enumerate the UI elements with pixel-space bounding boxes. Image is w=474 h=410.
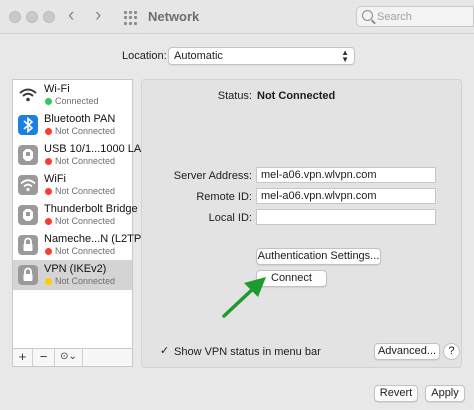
wifi-icon [18, 85, 38, 105]
remote-id-field[interactable] [256, 188, 436, 204]
help-button[interactable]: ? [443, 343, 460, 360]
search-input[interactable] [377, 9, 471, 24]
remote-id-label: Remote ID: [196, 191, 252, 203]
service-name: Nameche...N (L2TP) [44, 233, 145, 245]
back-arrow-icon[interactable]: ‹ [68, 6, 74, 26]
green-arrow-annotation [222, 277, 266, 318]
ethernet-icon [18, 145, 38, 165]
revert-button[interactable]: Revert [374, 385, 418, 402]
remove-service-button[interactable]: − [33, 349, 55, 366]
service-status: Connected [55, 96, 99, 106]
lock-icon [18, 235, 38, 255]
status-dot [45, 278, 52, 285]
status-dot [45, 188, 52, 195]
service-name: Bluetooth PAN [44, 113, 116, 125]
authentication-settings-button[interactable]: Authentication Settings... [256, 248, 381, 265]
service-name: WiFi [44, 173, 66, 185]
show-vpn-status-label: Show VPN status in menu bar [174, 346, 321, 358]
service-status: Not Connected [55, 246, 116, 256]
service-name: Wi-Fi [44, 83, 70, 95]
add-service-button[interactable]: + [13, 349, 33, 366]
service-name: USB 10/1...1000 LAN [44, 143, 150, 155]
lock-icon [18, 265, 38, 285]
service-item-vpn-ikev2[interactable]: VPN (IKEv2) Not Connected [13, 260, 132, 290]
service-item-thunderbolt-bridge[interactable]: Thunderbolt Bridge Not Connected [13, 200, 138, 230]
local-id-field[interactable] [256, 209, 436, 225]
status-dot [45, 158, 52, 165]
status-dot [45, 248, 52, 255]
status-dot [45, 128, 52, 135]
status-dot [45, 98, 52, 105]
up-down-chevron-icon: ▲ ▼ [341, 48, 349, 64]
server-address-label: Server Address: [173, 170, 252, 182]
window-title: Network [148, 9, 200, 24]
service-item-wifi-2[interactable]: WiFi Not Connected [13, 170, 132, 200]
service-name: Thunderbolt Bridge [44, 203, 138, 215]
show-all-grid-icon[interactable] [124, 11, 138, 25]
service-status: Not Connected [55, 156, 116, 166]
search-icon [362, 10, 373, 21]
service-status: Not Connected [55, 216, 116, 226]
service-name: VPN (IKEv2) [44, 263, 107, 275]
local-id-label: Local ID: [208, 212, 252, 224]
service-item-wifi[interactable]: Wi-Fi Connected [13, 80, 132, 110]
service-item-usb-lan[interactable]: USB 10/1...1000 LAN Not Connected [13, 140, 149, 170]
service-status: Not Connected [55, 126, 116, 136]
location-select[interactable]: Automatic ▲ ▼ [168, 47, 355, 65]
title-bar: ‹ › Network [0, 0, 474, 34]
status-dot [45, 218, 52, 225]
location-label: Location: [122, 50, 167, 62]
service-status: Not Connected [55, 186, 116, 196]
status-value: Not Connected [257, 90, 336, 102]
search-box[interactable] [356, 6, 474, 27]
wifi-icon [18, 175, 38, 195]
apply-button[interactable]: Apply [425, 385, 465, 402]
advanced-button[interactable]: Advanced... [374, 343, 440, 360]
show-vpn-status-checkbox[interactable]: ✓ [160, 346, 171, 357]
close-window-button[interactable] [9, 11, 21, 23]
forward-arrow-icon[interactable]: › [95, 6, 101, 26]
service-list-toolbar: + − ⊙⌄ [12, 349, 133, 367]
minimize-window-button[interactable] [26, 11, 38, 23]
status-label: Status: [217, 90, 252, 102]
service-item-l2tp[interactable]: Nameche...N (L2TP) Not Connected [13, 230, 145, 260]
service-item-bluetooth-pan[interactable]: Bluetooth PAN Not Connected [13, 110, 132, 140]
service-list: Wi-Fi Connected Bluetooth PAN Not Connec… [12, 79, 149, 349]
ethernet-icon [18, 205, 38, 225]
action-menu-button[interactable]: ⊙⌄ [55, 349, 83, 366]
server-address-field[interactable] [256, 167, 436, 183]
service-status: Not Connected [55, 276, 116, 286]
location-value: Automatic [174, 50, 223, 62]
bluetooth-icon [18, 115, 38, 135]
zoom-window-button[interactable] [43, 11, 55, 23]
